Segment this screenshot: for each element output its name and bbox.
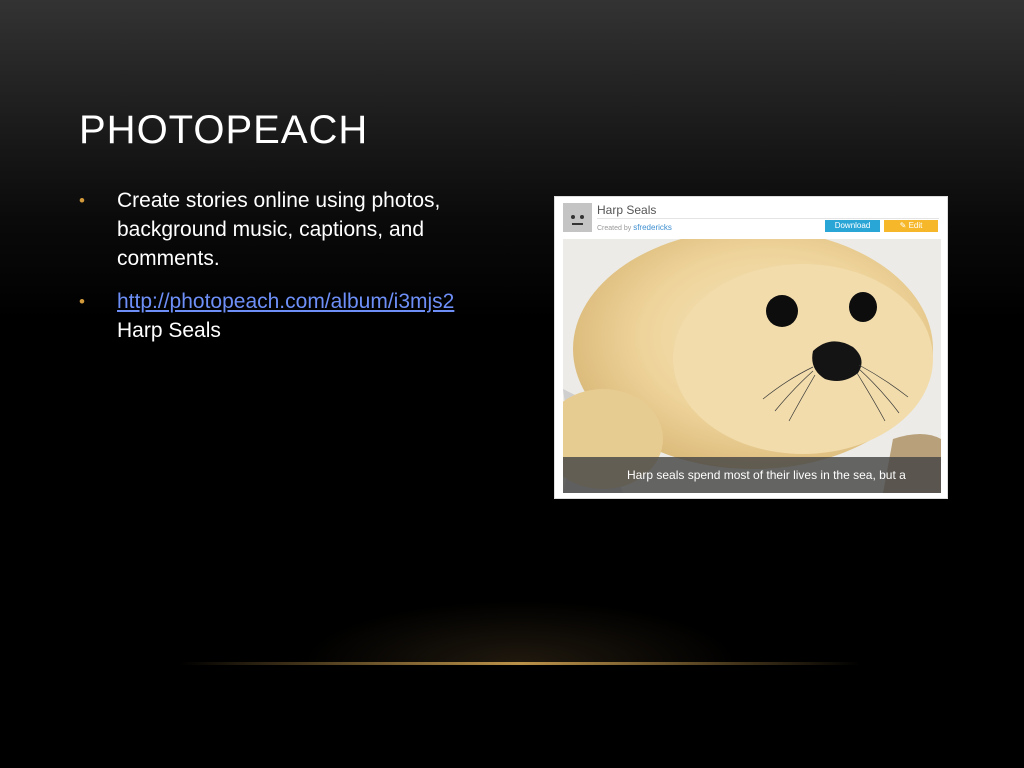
decorative-glow <box>300 600 740 664</box>
harp-seal-icon <box>563 239 941 493</box>
seal-photo: Harp seals spend most of their lives in … <box>563 239 941 493</box>
created-by-label: Created by <box>597 225 632 232</box>
embedded-screenshot: Harp Seals Created by sfredericks Downlo… <box>554 196 948 499</box>
avatar <box>563 203 592 232</box>
album-link[interactable]: http://photopeach.com/album/i3mjs2 <box>117 287 499 316</box>
bullet-dot-icon: • <box>79 292 85 311</box>
created-by-line: Created by sfredericks <box>597 223 672 232</box>
bullet-dot-icon: • <box>79 191 85 210</box>
bullet-item: • Create stories online using photos, ba… <box>79 186 499 273</box>
edit-icon: ✎ <box>899 221 909 230</box>
bullet-text: Harp Seals <box>117 319 221 342</box>
edit-label: Edit <box>908 221 923 230</box>
avatar-mouth <box>572 223 583 225</box>
download-button: Download <box>825 220 880 232</box>
bullet-item: • http://photopeach.com/album/i3mjs2 Har… <box>79 287 499 345</box>
photo-caption: Harp seals spend most of their lives in … <box>563 457 941 493</box>
bullet-text: Create stories online using photos, back… <box>117 189 441 270</box>
album-divider <box>597 218 939 219</box>
avatar-eye <box>571 215 575 219</box>
decorative-gold-line <box>180 662 860 665</box>
bullet-list: • Create stories online using photos, ba… <box>79 186 499 359</box>
edit-button: ✎ Edit <box>884 220 938 232</box>
avatar-eye <box>580 215 584 219</box>
created-by-user: sfredericks <box>633 223 672 232</box>
album-title: Harp Seals <box>597 203 657 217</box>
slide-title: PHOTOPEACH <box>79 108 369 152</box>
